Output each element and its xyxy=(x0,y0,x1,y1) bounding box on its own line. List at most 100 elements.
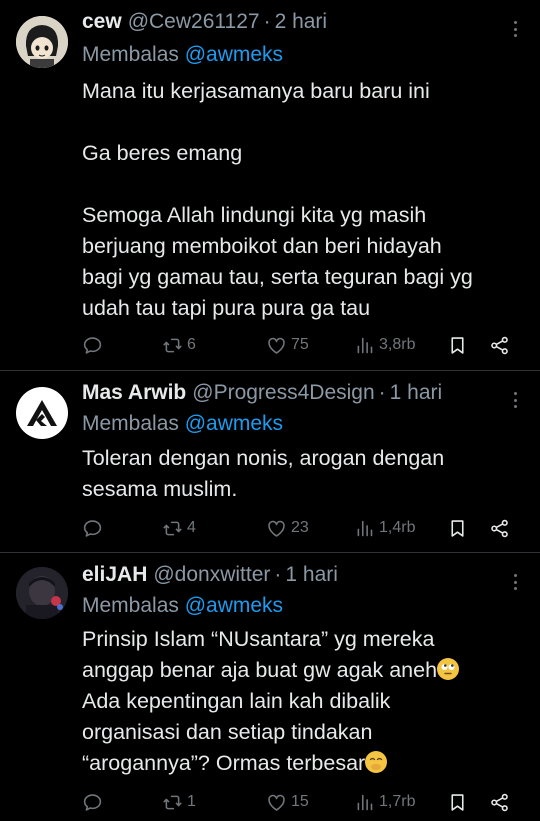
text-line: “arogannya”? Ormas terbesar xyxy=(82,751,366,775)
author-handle[interactable]: @Cew261127 xyxy=(128,10,260,34)
retweet-icon xyxy=(163,338,182,352)
share-icon xyxy=(491,519,508,537)
avatar-image xyxy=(16,16,68,68)
share-icon xyxy=(491,336,508,354)
separator-dot: · xyxy=(378,381,386,404)
avatar-image xyxy=(16,567,68,619)
text-line xyxy=(82,107,532,138)
reply-icon xyxy=(83,519,102,537)
share-button[interactable] xyxy=(489,333,510,357)
author-name[interactable]: eliJAH xyxy=(82,563,147,587)
tweet-header: eliJAH @donxwitter · 1 hari xyxy=(82,563,338,593)
replying-to-label: Membalas xyxy=(82,594,179,617)
like-button[interactable]: 23 xyxy=(266,516,309,540)
author-handle[interactable]: @donxwitter xyxy=(153,563,270,587)
replying-to-label: Membalas xyxy=(82,412,179,435)
replying-to: Membalas @awmeks xyxy=(82,594,283,618)
like-icon xyxy=(268,794,285,811)
views-count: 1,7rb xyxy=(379,793,416,810)
retweet-button[interactable]: 4 xyxy=(162,516,196,540)
timestamp[interactable]: 2 hari xyxy=(275,10,328,34)
tweet-elijah[interactable]: eliJAH @donxwitter · 1 hari Membalas @aw… xyxy=(0,553,540,821)
share-button[interactable] xyxy=(489,790,510,814)
separator-dot: · xyxy=(274,563,282,586)
tweet-text: Prinsip Islam “NUsantara” yg mereka angg… xyxy=(82,624,532,779)
text-line: Ada kepentingan lain kah dibalik xyxy=(82,689,391,713)
replying-to: Membalas @awmeks xyxy=(82,43,283,67)
views-icon xyxy=(357,520,373,536)
bookmark-icon xyxy=(451,793,464,811)
mention-link[interactable]: @awmeks xyxy=(185,412,283,435)
text-line xyxy=(82,169,532,200)
more-icon[interactable] xyxy=(508,571,522,593)
like-button[interactable]: 15 xyxy=(266,790,309,814)
retweet-icon xyxy=(163,795,182,809)
reply-button[interactable] xyxy=(82,516,103,540)
bookmark-button[interactable] xyxy=(447,790,468,814)
retweet-count: 6 xyxy=(187,336,196,353)
face-with-hand-over-mouth-emoji xyxy=(365,751,388,773)
bookmark-icon xyxy=(451,519,464,537)
like-count: 23 xyxy=(291,519,309,536)
text-line: Prinsip Islam “NUsantara” yg mereka xyxy=(82,627,435,651)
text-line-with-emoji: “arogannya”? Ormas terbesar xyxy=(82,748,532,779)
share-button[interactable] xyxy=(489,516,510,540)
retweet-count: 4 xyxy=(187,519,196,536)
text-line: bagi yg gamau tau, serta teguran bagi yg xyxy=(82,265,473,289)
text-line: organisasi dan setiap tindakan xyxy=(82,720,373,744)
views-count: 3,8rb xyxy=(379,336,416,353)
tweet-text: Mana itu kerjasamanya baru baru ini Ga b… xyxy=(82,76,532,324)
timestamp[interactable]: 1 hari xyxy=(390,381,443,405)
more-icon[interactable] xyxy=(508,18,522,40)
text-line: udah tau tapi pura pura ga tau xyxy=(82,296,371,320)
replying-to-label: Membalas xyxy=(82,43,179,66)
face-with-rolling-eyes-emoji xyxy=(437,658,460,680)
action-bar: 4 23 1,4rb xyxy=(82,516,522,540)
tweet-header: cew @Cew261127 · 2 hari xyxy=(82,10,327,40)
like-button[interactable]: 75 xyxy=(266,333,309,357)
action-bar: 1 15 1,7rb xyxy=(82,790,522,814)
timestamp[interactable]: 1 hari xyxy=(285,563,338,587)
retweet-button[interactable]: 1 xyxy=(162,790,196,814)
avatar[interactable] xyxy=(16,387,68,439)
retweet-icon xyxy=(163,521,182,535)
bookmark-icon xyxy=(451,336,464,354)
avatar[interactable] xyxy=(16,567,68,619)
views-count: 1,4rb xyxy=(379,519,416,536)
author-handle[interactable]: @Progress4Design xyxy=(192,381,374,405)
author-name[interactable]: Mas Arwib xyxy=(82,381,186,405)
tweet-cew[interactable]: cew @Cew261127 · 2 hari Membalas @awmeks… xyxy=(0,0,540,370)
avatar[interactable] xyxy=(16,16,68,68)
text-line: sesama muslim. xyxy=(82,477,238,501)
bookmark-button[interactable] xyxy=(447,516,468,540)
views-button[interactable]: 1,4rb xyxy=(354,516,415,540)
reply-button[interactable] xyxy=(82,790,103,814)
text-line: Mana itu kerjasamanya baru baru ini xyxy=(82,79,430,103)
mention-link[interactable]: @awmeks xyxy=(185,43,283,66)
retweet-count: 1 xyxy=(187,793,196,810)
action-bar: 6 75 3,8rb xyxy=(82,333,522,357)
author-name[interactable]: cew xyxy=(82,10,122,34)
avatar-logo-image xyxy=(27,400,57,426)
reply-button[interactable] xyxy=(82,333,103,357)
mention-link[interactable]: @awmeks xyxy=(185,594,283,617)
bookmark-button[interactable] xyxy=(447,333,468,357)
text-line: berjuang memboikot dan beri hidayah xyxy=(82,234,442,258)
views-icon xyxy=(357,337,373,353)
text-line: Semoga Allah lindungi kita yg masih xyxy=(82,203,427,227)
views-button[interactable]: 1,7rb xyxy=(354,790,415,814)
more-icon[interactable] xyxy=(508,389,522,411)
retweet-button[interactable]: 6 xyxy=(162,333,196,357)
tweet-text: Toleran dengan nonis, arogan dengan sesa… xyxy=(82,443,532,505)
views-icon xyxy=(357,794,373,810)
share-icon xyxy=(491,793,508,811)
like-count: 75 xyxy=(291,336,309,353)
tweet-mas-arwib[interactable]: Mas Arwib @Progress4Design · 1 hari Memb… xyxy=(0,371,540,552)
tweet-header: Mas Arwib @Progress4Design · 1 hari xyxy=(82,381,442,411)
separator-dot: · xyxy=(263,10,271,33)
views-button[interactable]: 3,8rb xyxy=(354,333,415,357)
reply-icon xyxy=(83,336,102,354)
like-count: 15 xyxy=(291,793,309,810)
like-icon xyxy=(268,520,285,537)
text-line-with-emoji: anggap benar aja buat gw agak aneh xyxy=(82,655,532,686)
